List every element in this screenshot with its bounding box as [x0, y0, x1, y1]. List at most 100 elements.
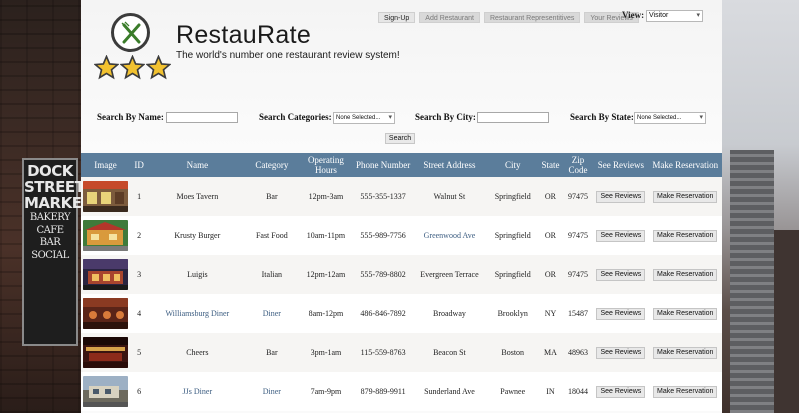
see-reviews-button[interactable]: See Reviews — [596, 385, 646, 398]
zip-cell: 97475 — [562, 177, 594, 216]
search-state-select[interactable]: None Selected... — [634, 112, 706, 124]
table-row: 5 Cheers Bar 3pm-1am 115-559-8763 Beacon… — [81, 333, 722, 372]
sign-line: MARKET — [24, 193, 81, 212]
make-reservation-button[interactable]: Make Reservation — [653, 229, 718, 242]
table-row: 1 Moes Tavern Bar 12pm-3am 555-355-1337 … — [81, 177, 722, 216]
background-right — [722, 0, 799, 413]
see-reviews-button[interactable]: See Reviews — [596, 268, 646, 281]
search-city-input[interactable] — [477, 112, 549, 123]
see-reviews-button[interactable]: See Reviews — [596, 307, 646, 320]
city-cell: Boston — [487, 333, 539, 372]
category-cell: Bar — [246, 333, 298, 372]
table-body: 1 Moes Tavern Bar 12pm-3am 555-355-1337 … — [81, 177, 722, 411]
make-reservation-button[interactable]: Make Reservation — [653, 385, 718, 398]
category-cell: Bar — [246, 177, 298, 216]
state-cell: MA — [538, 333, 563, 372]
restaurant-photo — [82, 376, 128, 407]
address-cell: Evergreen Terrace — [411, 255, 488, 294]
restaurant-photo — [82, 337, 128, 368]
table-row: 2 Krusty Burger Fast Food 10am-11pm 555-… — [81, 216, 722, 255]
phone-cell: 555-789-8802 — [354, 255, 412, 294]
phone-cell: 486-846-7892 — [354, 294, 412, 333]
search-categories-select[interactable]: None Selected... — [333, 112, 395, 124]
view-label: View: — [622, 10, 645, 20]
restaurant-photo — [82, 181, 128, 212]
name-cell: Moes Tavern — [148, 177, 247, 216]
table-row: 6 JJs Diner Diner 7am-9pm 879-889-9911 S… — [81, 372, 722, 411]
phone-cell: 115-559-8763 — [354, 333, 412, 372]
star-icon — [146, 55, 171, 80]
column-header: Image — [81, 153, 130, 177]
hours-cell: 10am-11pm — [297, 216, 355, 255]
zip-cell: 97475 — [562, 255, 594, 294]
sign-line: SOCIAL — [31, 249, 69, 261]
reservation-cell: Make Reservation — [648, 255, 722, 294]
make-reservation-button[interactable]: Make Reservation — [653, 307, 718, 320]
search-row: Search By Name: Search Categories: None … — [81, 112, 722, 126]
zip-cell: 15487 — [562, 294, 594, 333]
top-nav: Sign-Up Add Restaurant Restaurant Repres… — [378, 12, 639, 23]
phone-cell: 879-889-9911 — [354, 372, 412, 411]
column-header: Operating Hours — [297, 153, 355, 177]
sign-line: BAKERY — [29, 212, 71, 224]
image-cell — [81, 333, 130, 372]
restaurant-representatives-button[interactable]: Restaurant Representitives — [483, 12, 581, 23]
city-cell: Brooklyn — [487, 294, 539, 333]
image-cell — [81, 216, 130, 255]
search-city-label: Search By City: — [415, 112, 476, 122]
reservation-cell: Make Reservation — [648, 177, 722, 216]
search-button[interactable]: Search — [385, 133, 415, 144]
search-name-input[interactable] — [166, 112, 238, 123]
image-cell — [81, 255, 130, 294]
add-restaurant-button[interactable]: Add Restaurant — [419, 12, 480, 23]
make-reservation-button[interactable]: Make Reservation — [653, 268, 718, 281]
see-reviews-button[interactable]: See Reviews — [596, 229, 646, 242]
background-building — [774, 230, 799, 413]
reservation-cell: Make Reservation — [648, 372, 722, 411]
address-cell: Beacon St — [411, 333, 488, 372]
see-reviews-button[interactable]: See Reviews — [596, 346, 646, 359]
zip-cell: 48963 — [562, 333, 594, 372]
city-cell: Pawnee — [487, 372, 539, 411]
phone-cell: 555-355-1337 — [354, 177, 412, 216]
fork-knife-logo-icon — [111, 13, 150, 52]
restaurant-photo — [82, 220, 128, 251]
table-row: 3 Luigis Italian 12pm-12am 555-789-8802 … — [81, 255, 722, 294]
state-cell: OR — [538, 177, 563, 216]
hours-cell: 7am-9pm — [297, 372, 355, 411]
category-cell: Diner — [246, 294, 298, 333]
column-header: Name — [148, 153, 247, 177]
id-cell: 2 — [129, 216, 149, 255]
column-header: City — [487, 153, 539, 177]
search-name-label: Search By Name: — [97, 112, 164, 122]
column-header: ID — [129, 153, 149, 177]
address-cell: Sunderland Ave — [411, 372, 488, 411]
star-icon — [94, 55, 119, 80]
reviews-cell: See Reviews — [593, 177, 649, 216]
signup-button[interactable]: Sign-Up — [378, 12, 416, 23]
state-cell: IN — [538, 372, 563, 411]
city-cell: Springfield — [487, 216, 539, 255]
star-icon — [120, 55, 145, 80]
see-reviews-button[interactable]: See Reviews — [596, 190, 646, 203]
city-cell: Springfield — [487, 255, 539, 294]
main-panel: RestauRate The world's number one restau… — [81, 0, 722, 413]
hours-cell: 12pm-3am — [297, 177, 355, 216]
phone-cell: 555-989-7756 — [354, 216, 412, 255]
column-header: Street Address — [411, 153, 488, 177]
state-cell: OR — [538, 216, 563, 255]
restaurant-table: Image ID Name Category Operating Hours P… — [81, 153, 722, 411]
view-select[interactable]: Visitor — [646, 10, 703, 22]
make-reservation-button[interactable]: Make Reservation — [653, 346, 718, 359]
header: RestauRate The world's number one restau… — [81, 0, 722, 150]
image-cell — [81, 177, 130, 216]
make-reservation-button[interactable]: Make Reservation — [653, 190, 718, 203]
state-cell: OR — [538, 255, 563, 294]
reviews-cell: See Reviews — [593, 333, 649, 372]
column-header: Category — [246, 153, 298, 177]
reviews-cell: See Reviews — [593, 294, 649, 333]
name-cell: Luigis — [148, 255, 247, 294]
sign-line: CAFE — [36, 224, 64, 236]
rating-stars — [94, 55, 171, 80]
brand-tagline: The world's number one restaurant review… — [176, 50, 400, 61]
